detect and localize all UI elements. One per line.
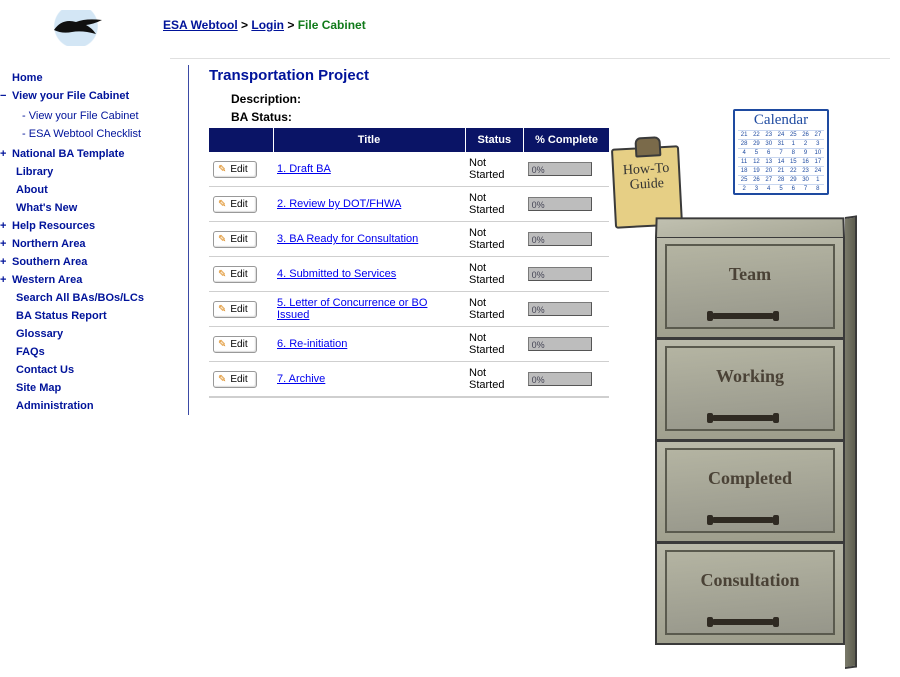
breadcrumb-current: File Cabinet <box>298 18 366 32</box>
description-label: Description: <box>231 92 892 106</box>
sidebar-nav: HomeView your File CabinetView your File… <box>12 69 180 415</box>
edit-button[interactable]: ✎Edit <box>213 266 257 283</box>
edit-button[interactable]: ✎Edit <box>213 371 257 388</box>
table-row: ✎Edit 6. Re-initiation Not Started 0% <box>209 327 609 362</box>
edit-button[interactable]: ✎Edit <box>213 231 257 248</box>
drawer-completed: Completed <box>655 441 845 543</box>
breadcrumb: ESA Webtool > Login > File Cabinet <box>163 6 892 46</box>
breadcrumb-root[interactable]: ESA Webtool <box>163 18 238 32</box>
sidebar-sub-1-1[interactable]: ESA Webtool Checklist <box>22 125 180 143</box>
sidebar-item-15[interactable]: Site Map <box>12 379 180 397</box>
drawer-team: Team <box>655 237 845 339</box>
edit-button[interactable]: ✎Edit <box>213 336 257 353</box>
pct-bar: 0% <box>528 267 592 281</box>
sidebar-item-16[interactable]: Administration <box>12 397 180 415</box>
pencil-icon: ✎ <box>218 164 226 175</box>
divider <box>170 58 890 59</box>
sidebar-item-0[interactable]: Home <box>12 69 180 87</box>
pencil-icon: ✎ <box>218 234 226 245</box>
edit-button[interactable]: ✎Edit <box>213 301 257 318</box>
table-row: ✎Edit 3. BA Ready for Consultation Not Sta… <box>209 222 609 257</box>
pct-bar: 0% <box>528 337 592 351</box>
pencil-icon: ✎ <box>218 269 226 280</box>
sidebar-item-13[interactable]: FAQs <box>12 343 180 361</box>
col-edit <box>209 128 273 152</box>
row-title-link[interactable]: 6. Re-initiation <box>277 338 347 350</box>
pct-bar: 0% <box>528 162 592 176</box>
table-row: ✎Edit 1. Draft BA Not Started 0% <box>209 152 609 187</box>
drawer-consultation: Consultation <box>655 543 845 645</box>
pencil-icon: ✎ <box>218 304 226 315</box>
row-title-link[interactable]: 4. Submitted to Services <box>277 268 396 280</box>
drawer-working: Working <box>655 339 845 441</box>
row-title-link[interactable]: 2. Review by DOT/FHWA <box>277 198 401 210</box>
sidebar-item-9[interactable]: Western Area <box>12 271 180 289</box>
col-pct: % Complete <box>524 128 609 152</box>
pct-bar: 0% <box>528 302 592 316</box>
sidebar-item-12[interactable]: Glossary <box>12 325 180 343</box>
row-status: Not Started <box>465 222 524 257</box>
row-status: Not Started <box>465 152 524 187</box>
row-title-link[interactable]: 7. Archive <box>277 373 325 385</box>
sidebar-item-11[interactable]: BA Status Report <box>12 307 180 325</box>
pct-bar: 0% <box>528 197 592 211</box>
cabinet: TeamWorkingCompletedConsultation <box>655 217 845 669</box>
table-row: ✎Edit 5. Letter of Concurrence or BO Issu… <box>209 292 609 327</box>
pct-bar: 0% <box>528 232 592 246</box>
row-title-link[interactable]: 5. Letter of Concurrence or BO Issued <box>277 297 427 321</box>
table-row: ✎Edit 2. Review by DOT/FHWA Not Started 0% <box>209 187 609 222</box>
page-title: Transportation Project <box>209 67 892 84</box>
file-cabinet-illustration: How-To Guide Calendar 212223242526272829… <box>613 87 873 677</box>
ba-status-label: BA Status: <box>231 110 892 124</box>
table-row: ✎Edit 4. Submitted to Services Not Started… <box>209 257 609 292</box>
sidebar-item-2[interactable]: National BA Template <box>12 145 180 163</box>
pencil-icon: ✎ <box>218 199 226 210</box>
edit-button[interactable]: ✎Edit <box>213 196 257 213</box>
sidebar-item-7[interactable]: Northern Area <box>12 235 180 253</box>
sidebar-item-1[interactable]: View your File Cabinet <box>12 87 180 105</box>
eagle-logo <box>48 10 104 46</box>
col-status: Status <box>465 128 524 152</box>
row-status: Not Started <box>465 187 524 222</box>
breadcrumb-login[interactable]: Login <box>251 18 284 32</box>
edit-button[interactable]: ✎Edit <box>213 161 257 178</box>
pct-bar: 0% <box>528 372 592 386</box>
row-title-link[interactable]: 3. BA Ready for Consultation <box>277 233 418 245</box>
sidebar-sub-1-0[interactable]: View your File Cabinet <box>22 107 180 125</box>
pencil-icon: ✎ <box>218 374 226 385</box>
ba-status-table: Title Status % Complete ✎Edit 1. Draft BA… <box>209 128 609 398</box>
sidebar-item-5[interactable]: What's New <box>12 199 180 217</box>
row-status: Not Started <box>465 327 524 362</box>
clipboard-howto: How-To Guide <box>611 145 683 228</box>
sidebar-item-14[interactable]: Contact Us <box>12 361 180 379</box>
table-row: ✎Edit 7. Archive Not Started 0% <box>209 362 609 398</box>
row-status: Not Started <box>465 257 524 292</box>
sidebar-item-4[interactable]: About <box>12 181 180 199</box>
sidebar-item-10[interactable]: Search All BAs/BOs/LCs <box>12 289 180 307</box>
sidebar-item-6[interactable]: Help Resources <box>12 217 180 235</box>
row-status: Not Started <box>465 362 524 398</box>
sidebar-item-3[interactable]: Library <box>12 163 180 181</box>
row-title-link[interactable]: 1. Draft BA <box>277 163 331 175</box>
pencil-icon: ✎ <box>218 339 226 350</box>
col-title: Title <box>273 128 465 152</box>
row-status: Not Started <box>465 292 524 327</box>
sidebar-item-8[interactable]: Southern Area <box>12 253 180 271</box>
